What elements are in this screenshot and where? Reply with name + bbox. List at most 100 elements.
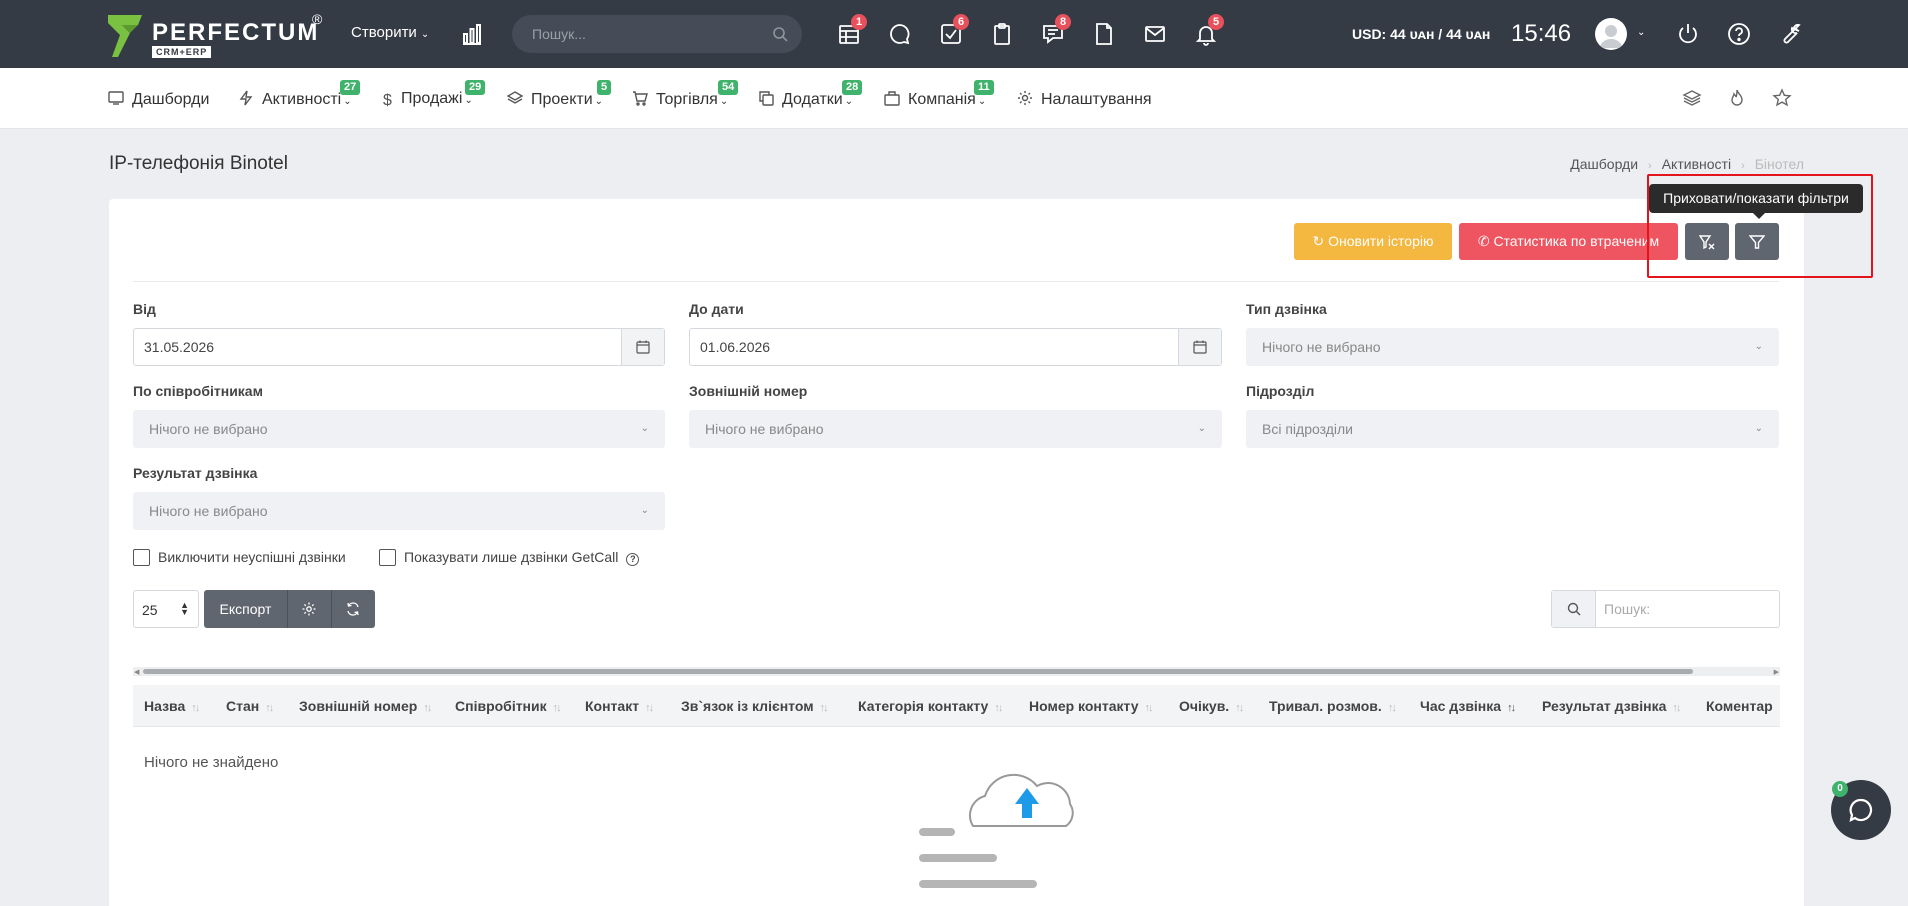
menu-item-settings[interactable]: Налаштування xyxy=(1017,90,1152,109)
fire-icon[interactable] xyxy=(1727,88,1747,108)
call-result-label: Результат дзвінка xyxy=(133,465,258,481)
column-header[interactable]: Контакт ↑↓ xyxy=(585,698,654,714)
document-icon[interactable] xyxy=(1090,20,1118,48)
menu-item-addons[interactable]: Додатки ⌄ 28 xyxy=(758,80,863,109)
column-header[interactable]: Очікув. ↑↓ xyxy=(1179,698,1244,714)
checkbox-box[interactable] xyxy=(379,549,396,566)
department-select[interactable]: Всі підрозділи ⌄ xyxy=(1246,410,1779,448)
column-settings-button[interactable] xyxy=(288,590,332,628)
call-type-select[interactable]: Нічого не вибрано ⌄ xyxy=(1246,328,1779,366)
power-icon[interactable] xyxy=(1676,22,1700,46)
to-date-input[interactable]: 01.06.2026 xyxy=(689,328,1222,366)
menu-item-sales[interactable]: $ Продажі ⌄ 29 xyxy=(383,80,486,109)
mail-icon[interactable] xyxy=(1141,20,1169,48)
calendar-icon xyxy=(1193,340,1207,354)
column-header[interactable]: Співробітник ↑↓ xyxy=(455,698,562,714)
sort-icon: ↑↓ xyxy=(1387,702,1397,714)
scroll-left-icon[interactable]: ◀ xyxy=(134,668,139,676)
column-header[interactable]: Зв`язок із клієнтом ↑↓ xyxy=(681,698,829,714)
calendar-button[interactable] xyxy=(621,329,664,365)
chat-bubble-icon[interactable] xyxy=(886,20,914,48)
star-icon[interactable] xyxy=(1772,88,1792,108)
column-header[interactable]: Час дзвінка ↑↓ xyxy=(1420,698,1516,714)
wrench-icon[interactable] xyxy=(1778,22,1802,46)
column-header[interactable]: Категорія контакту ↑↓ xyxy=(858,698,1003,714)
exclude-failed-checkbox[interactable]: Виключити неуспішні дзвінки xyxy=(133,549,346,567)
global-search[interactable] xyxy=(512,15,802,53)
column-header[interactable]: Назва ↑↓ xyxy=(144,698,200,714)
calendar-grid-icon[interactable]: 1 xyxy=(835,14,867,48)
column-header[interactable]: Зовнішній номер ↑↓ xyxy=(299,698,432,714)
menu-item-dashboards[interactable]: Дашборди xyxy=(108,90,209,109)
column-header[interactable]: Коментар xyxy=(1706,698,1773,714)
sort-icon: ↑↓ xyxy=(1672,702,1681,714)
search-button[interactable] xyxy=(1552,591,1596,627)
scroll-right-icon[interactable]: ▶ xyxy=(1774,668,1779,676)
cloud-upload-icon xyxy=(919,773,1074,888)
reload-button[interactable] xyxy=(332,590,375,628)
refresh-history-button[interactable]: ↻ Оновити історію xyxy=(1294,223,1452,260)
export-button[interactable]: Експорт xyxy=(204,590,288,628)
messages-icon[interactable]: 8 xyxy=(1039,14,1071,48)
global-search-input[interactable] xyxy=(532,15,752,53)
only-getcall-checkbox[interactable]: Показувати лише дзвінки GetCall? xyxy=(379,549,640,567)
chat-badge: 0 xyxy=(1832,781,1848,797)
external-number-select[interactable]: Нічого не вибрано ⌄ xyxy=(689,410,1222,448)
menu-item-company[interactable]: Компанія ⌄ 11 xyxy=(884,80,994,109)
sort-icon: ↑↓ xyxy=(1235,702,1244,714)
briefcase-icon xyxy=(884,91,900,106)
user-icon xyxy=(1600,25,1622,48)
menu-item-trade[interactable]: Торгівля ⌄ 54 xyxy=(632,80,739,109)
help-icon[interactable] xyxy=(1727,22,1751,46)
chevron-down-icon[interactable]: ⌄ xyxy=(1637,27,1645,38)
menu-item-activities[interactable]: Активності ⌄ 27 xyxy=(238,80,361,109)
column-header[interactable]: Номер контакту ↑↓ xyxy=(1029,698,1154,714)
horizontal-scrollbar[interactable]: ◀ ▶ xyxy=(133,667,1780,676)
column-header[interactable]: Результат дзвінка ↑↓ xyxy=(1542,698,1681,714)
empty-message: Нічого не знайдено xyxy=(144,754,279,771)
call-result-select[interactable]: Нічого не вибрано ⌄ xyxy=(133,492,665,530)
menu-item-projects[interactable]: Проекти ⌄ 5 xyxy=(507,80,612,109)
logo-registered: ® xyxy=(312,11,323,27)
clipboard-icon[interactable] xyxy=(988,20,1016,48)
column-header[interactable]: Стан ↑↓ xyxy=(226,698,274,714)
missed-stats-button[interactable]: ✆ Статистика по втраченим xyxy=(1459,223,1678,260)
menu-badge: 29 xyxy=(465,80,486,95)
bell-icon[interactable]: 5 xyxy=(1192,14,1224,48)
table-search[interactable] xyxy=(1551,590,1780,628)
table-search-input[interactable] xyxy=(1604,591,1774,627)
clock: 15:46 xyxy=(1511,20,1572,47)
breadcrumb-item[interactable]: Дашборди xyxy=(1570,156,1638,172)
toggle-filters-button[interactable] xyxy=(1735,223,1779,260)
sort-icon: ↑↓ xyxy=(819,702,829,714)
layers-icon[interactable] xyxy=(1682,88,1702,108)
employees-label: По співробітникам xyxy=(133,383,263,399)
menu-badge: 5 xyxy=(597,80,612,95)
menu-label: Налаштування xyxy=(1041,91,1152,108)
checkbox-box[interactable] xyxy=(133,549,150,566)
menu-label: Торгівля xyxy=(656,91,718,108)
filter-clear-icon xyxy=(1699,235,1715,250)
create-button[interactable]: Створити ⌄ xyxy=(351,24,429,41)
avatar[interactable] xyxy=(1595,18,1627,50)
scrollbar-thumb[interactable] xyxy=(143,669,1693,674)
create-label: Створити xyxy=(351,24,417,41)
sort-icon: ↑↓ xyxy=(1144,702,1154,714)
breadcrumb-item[interactable]: Активності xyxy=(1662,156,1731,172)
page-size-select[interactable]: 25 ▲ ▼ xyxy=(133,590,199,628)
from-date-input[interactable]: 31.05.2026 xyxy=(133,328,665,366)
main-menu: Дашборди Активності ⌄ 27 $ Продажі ⌄ 29 Про… xyxy=(0,68,1908,129)
sort-desc-icon: ↑↓ xyxy=(1507,702,1516,714)
question-icon[interactable]: ? xyxy=(626,553,640,566)
refresh-icon xyxy=(347,602,359,616)
column-header[interactable]: Тривал. розмов. ↑↓ xyxy=(1269,698,1397,714)
external-number-value: Нічого не вибрано xyxy=(705,421,824,437)
checkbox-label: Показувати лише дзвінки GetCall xyxy=(404,549,619,565)
tasks-check-icon[interactable]: 6 xyxy=(937,14,969,48)
chevron-right-icon: › xyxy=(1741,160,1745,172)
calendar-button[interactable] xyxy=(1178,329,1221,365)
to-date-value: 01.06.2026 xyxy=(700,339,771,355)
bar-chart-icon[interactable] xyxy=(460,22,484,46)
clear-filters-button[interactable] xyxy=(1685,223,1729,260)
employees-select[interactable]: Нічого не вибрано ⌄ xyxy=(133,410,665,448)
